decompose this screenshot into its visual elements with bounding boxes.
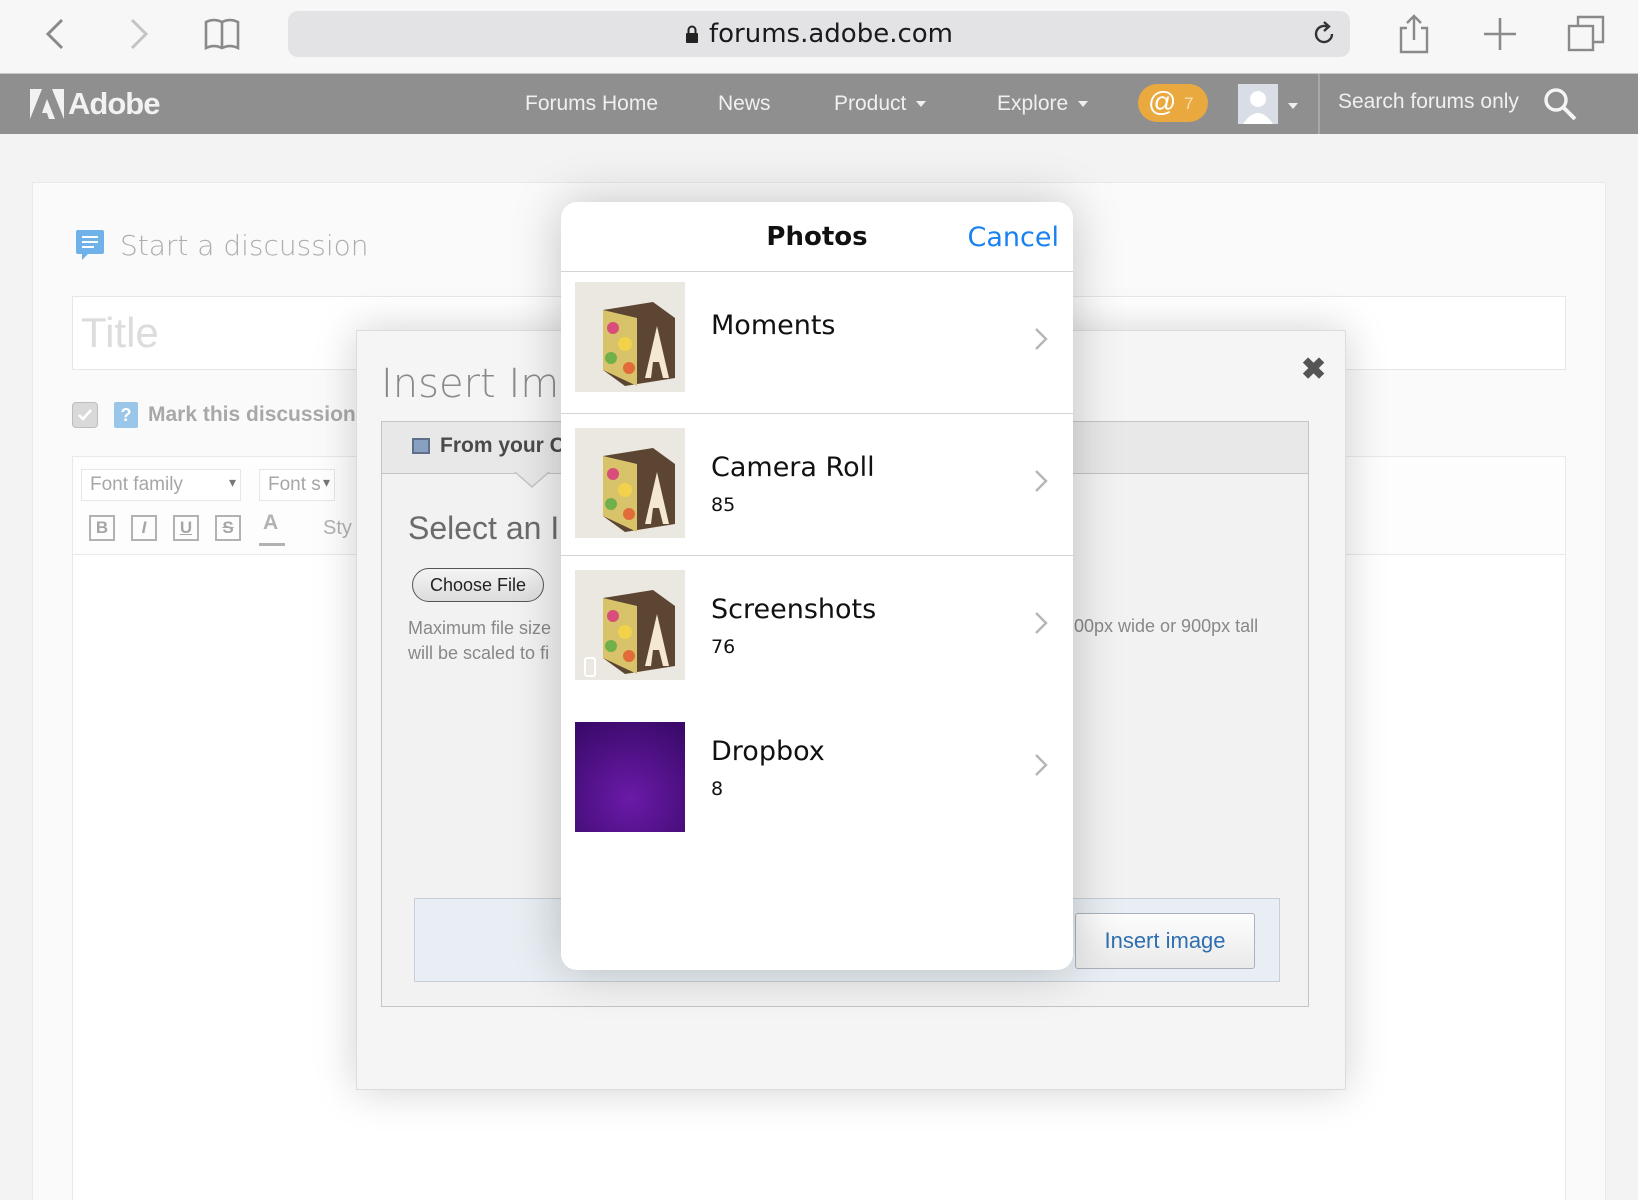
avatar[interactable]	[1238, 84, 1278, 124]
mentions-badge[interactable]: @ 7	[1138, 84, 1208, 122]
cancel-button[interactable]: Cancel	[968, 222, 1059, 253]
album-camera-roll[interactable]: Camera Roll 85	[561, 414, 1073, 556]
computer-icon	[412, 438, 430, 454]
chevron-down-icon	[1078, 101, 1089, 107]
nav-product[interactable]: Product	[834, 92, 927, 116]
chevron-down-icon	[916, 101, 927, 107]
tab-from-computer[interactable]: From your C	[412, 434, 565, 458]
nav-news[interactable]: News	[718, 92, 771, 116]
photos-header: Photos Cancel	[561, 202, 1073, 272]
insert-image-button[interactable]: Insert image	[1075, 913, 1255, 969]
user-icon	[1243, 91, 1273, 124]
brand-name: Adobe	[68, 86, 160, 121]
choose-file-button[interactable]: Choose File	[412, 568, 544, 602]
reload-icon[interactable]	[1310, 20, 1338, 48]
bookmarks-icon[interactable]	[202, 14, 242, 54]
album-screenshots[interactable]: Screenshots 76	[561, 556, 1073, 698]
lock-icon	[685, 25, 698, 43]
share-icon[interactable]	[1394, 14, 1434, 54]
dimension-help: 00px wide or 900px tall	[1074, 616, 1259, 636]
album-name: Moments	[711, 310, 836, 341]
album-thumbnail	[575, 282, 685, 392]
mention-icon: @	[1148, 86, 1177, 117]
address-bar[interactable]: forums.adobe.com	[288, 11, 1350, 57]
tab-from-computer-label: From your C	[440, 434, 565, 457]
nav-divider	[1318, 74, 1320, 134]
search-input[interactable]: Search forums only	[1338, 90, 1519, 114]
help-line-2: will be scaled to fi	[408, 643, 550, 663]
close-icon[interactable]: ✖	[1301, 355, 1326, 385]
safari-toolbar: forums.adobe.com	[0, 0, 1638, 74]
nav-explore[interactable]: Explore	[997, 92, 1089, 116]
album-thumbnail	[575, 428, 685, 538]
chevron-right-icon	[1033, 752, 1049, 778]
album-dropbox[interactable]: Dropbox 8	[561, 698, 1073, 840]
nav-explore-label: Explore	[997, 92, 1069, 115]
new-tab-icon[interactable]	[1480, 14, 1520, 54]
chevron-right-icon	[1033, 610, 1049, 636]
chevron-right-icon	[1033, 468, 1049, 494]
file-size-help: Maximum file size will be scaled to fi	[408, 616, 551, 666]
forward-icon[interactable]	[118, 14, 158, 54]
tab-pointer-fill	[516, 472, 548, 486]
search-icon[interactable]	[1542, 86, 1578, 122]
album-count: 8	[711, 778, 724, 800]
back-icon[interactable]	[36, 14, 76, 54]
photos-picker: Photos Cancel Moments Camera Roll 85 Scr…	[561, 202, 1073, 970]
album-thumbnail	[575, 722, 685, 832]
tabs-icon[interactable]	[1566, 14, 1606, 54]
album-count: 76	[711, 636, 736, 658]
album-moments[interactable]: Moments	[561, 272, 1073, 414]
album-name: Screenshots	[711, 594, 877, 625]
nav-forums-home[interactable]: Forums Home	[525, 92, 658, 116]
chevron-right-icon	[1033, 326, 1049, 352]
adobe-nav-bar: Adobe Forums Home News Product Explore @…	[0, 74, 1638, 134]
album-count: 85	[711, 494, 736, 516]
nav-product-label: Product	[834, 92, 907, 115]
select-image-heading: Select an I	[408, 510, 560, 546]
mention-count: 7	[1184, 94, 1194, 113]
adobe-logo[interactable]: Adobe	[30, 86, 160, 122]
album-name: Camera Roll	[711, 452, 875, 483]
album-name: Dropbox	[711, 736, 825, 767]
help-line-1: Maximum file size	[408, 618, 552, 638]
adobe-logo-icon	[30, 89, 64, 119]
url-text: forums.adobe.com	[708, 19, 953, 49]
chevron-down-icon[interactable]	[1288, 103, 1298, 109]
album-thumbnail	[575, 570, 685, 680]
